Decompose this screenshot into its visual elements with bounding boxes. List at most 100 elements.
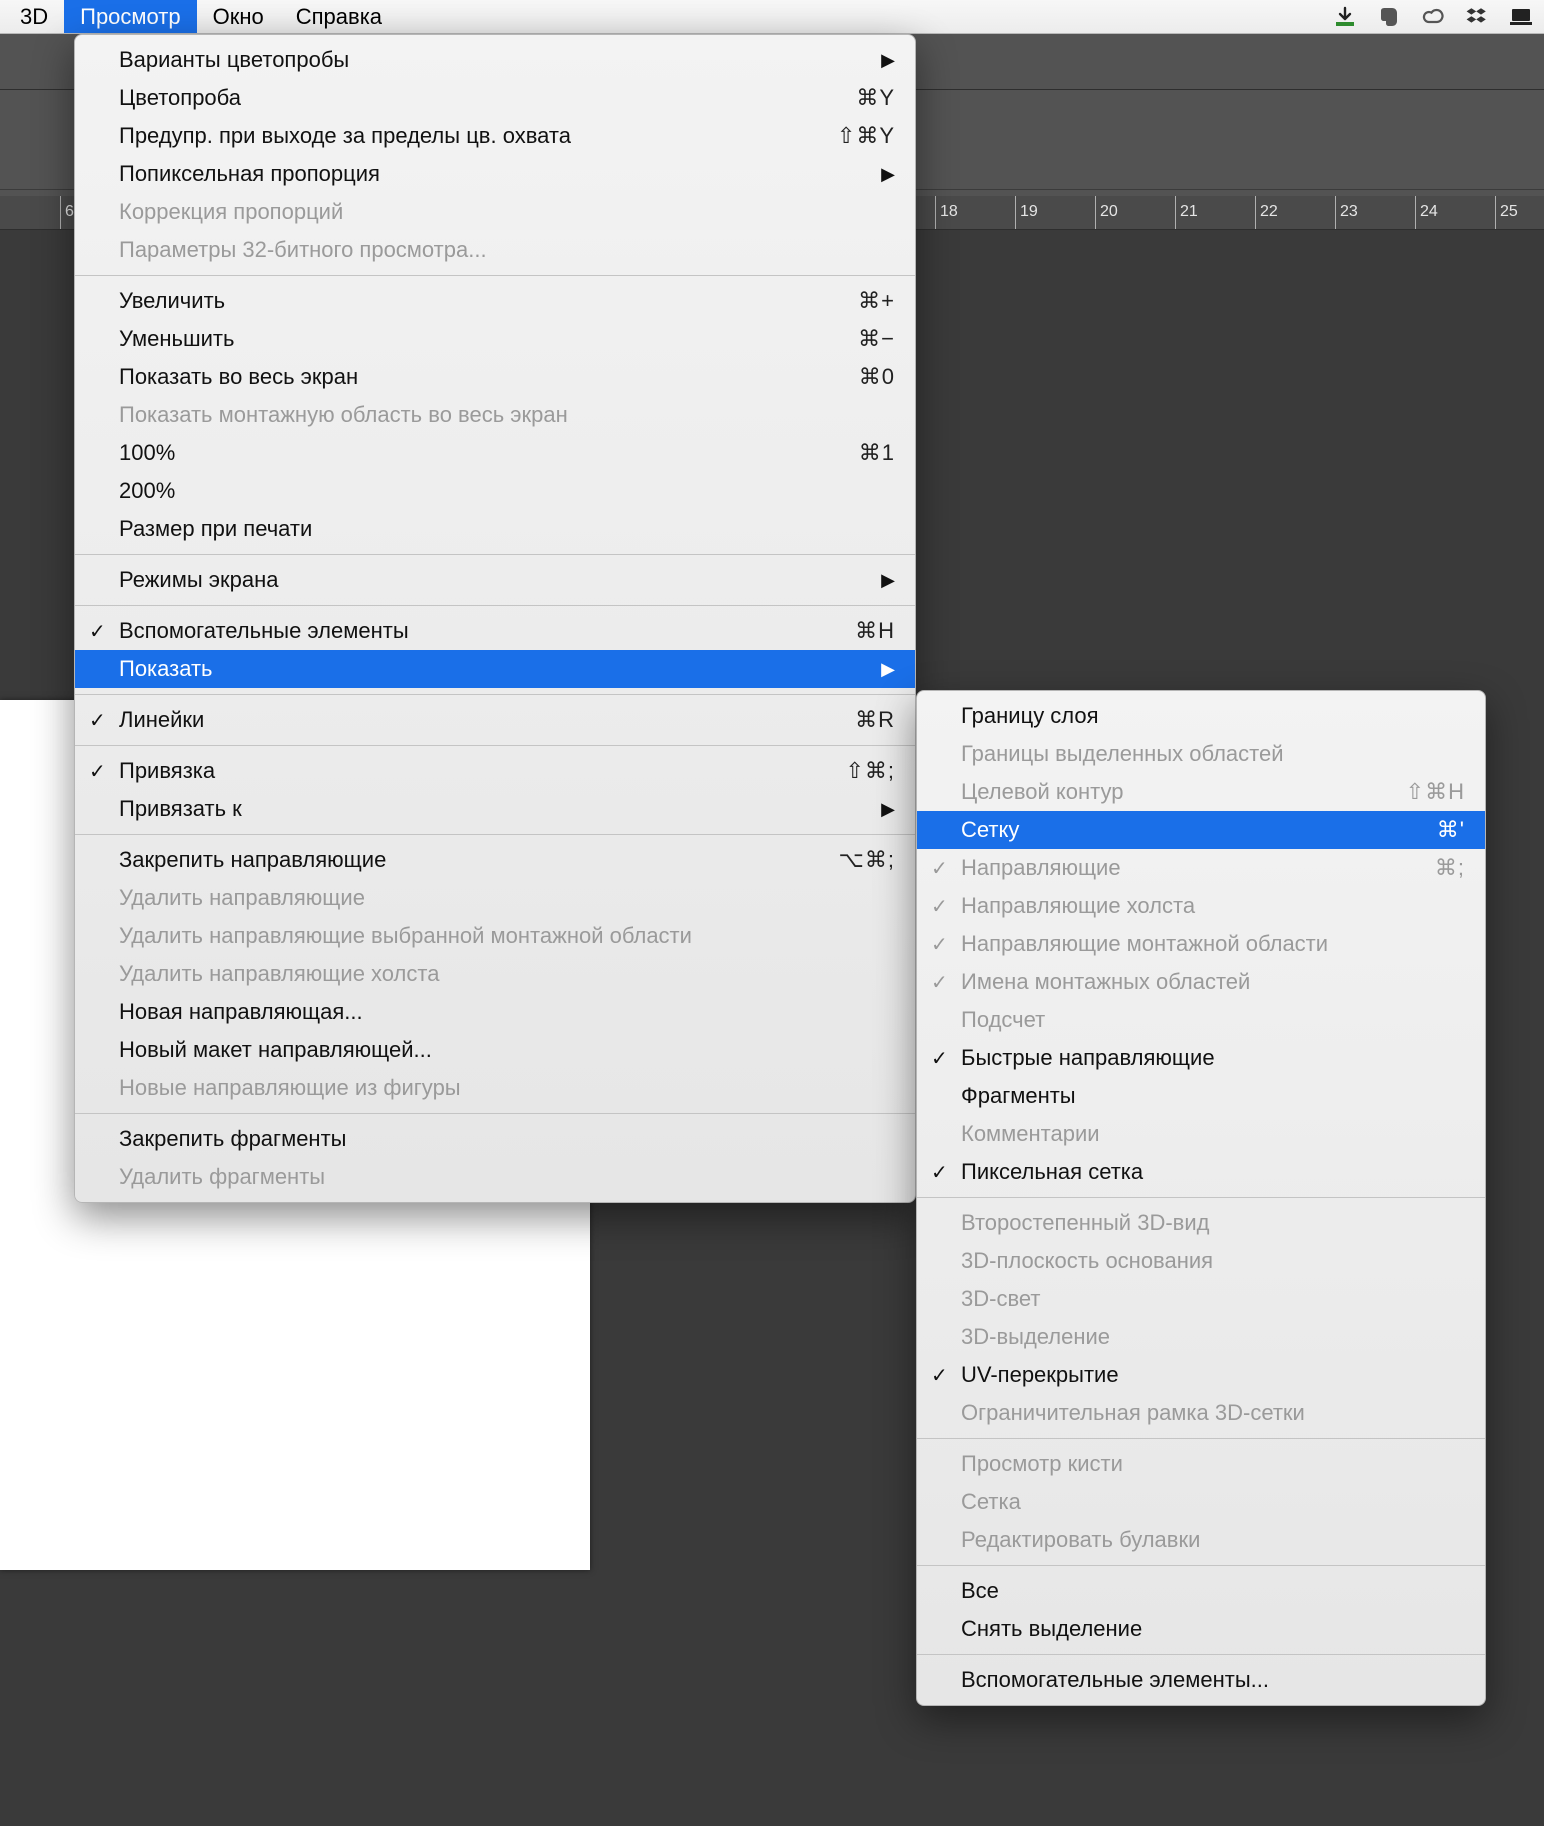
menu-item: Границы выделенных областей: [917, 735, 1485, 773]
menu-item: Удалить направляющие выбранной монтажной…: [75, 917, 915, 955]
menu-item[interactable]: Закрепить направляющие⌥⌘;: [75, 841, 915, 879]
menu-item[interactable]: Все: [917, 1572, 1485, 1610]
menu-item-label: Ограничительная рамка 3D-сетки: [961, 1400, 1465, 1426]
menu-separator: [917, 1654, 1485, 1655]
menu-item-label: Просмотр кисти: [961, 1451, 1465, 1477]
menu-item[interactable]: ✓UV-перекрытие: [917, 1356, 1485, 1394]
menu-item[interactable]: Закрепить фрагменты: [75, 1120, 915, 1158]
menu-item[interactable]: Предупр. при выходе за пределы цв. охват…: [75, 117, 915, 155]
menu-item: Удалить фрагменты: [75, 1158, 915, 1196]
menu-item-label: Закрепить фрагменты: [119, 1126, 895, 1152]
menu-item-label: Направляющие: [961, 855, 1405, 881]
menu-item[interactable]: Новая направляющая...: [75, 993, 915, 1031]
menu-item[interactable]: 100%⌘1: [75, 434, 915, 472]
menu-separator: [75, 554, 915, 555]
menu-item: Просмотр кисти: [917, 1445, 1485, 1483]
menu-separator: [75, 275, 915, 276]
menu-item[interactable]: Варианты цветопробы▶: [75, 41, 915, 79]
menu-item-label: Удалить направляющие: [119, 885, 895, 911]
menu-item-label: Цветопроба: [119, 85, 826, 111]
menu-item-label: Удалить направляющие холста: [119, 961, 895, 987]
checkmark-icon: ✓: [89, 759, 106, 784]
mac-menubar: 3D Просмотр Окно Справка: [0, 0, 1544, 34]
menu-item[interactable]: Вспомогательные элементы...: [917, 1661, 1485, 1699]
menu-item-label: Новый макет направляющей...: [119, 1037, 895, 1063]
menu-item: ✓Направляющие монтажной области: [917, 925, 1485, 963]
menu-shortcut: ⇧⌘H: [1376, 779, 1465, 805]
menu-item: 3D-плоскость основания: [917, 1242, 1485, 1280]
menu-separator: [917, 1197, 1485, 1198]
menu-item-label: Комментарии: [961, 1121, 1465, 1147]
menu-item[interactable]: Цветопроба⌘Y: [75, 79, 915, 117]
menu-shortcut: ⌘−: [828, 326, 895, 352]
menu-item-label: Границу слоя: [961, 703, 1465, 729]
menu-item: Целевой контур⇧⌘H: [917, 773, 1485, 811]
menu-item[interactable]: Фрагменты: [917, 1077, 1485, 1115]
menu-item[interactable]: Новый макет направляющей...: [75, 1031, 915, 1069]
ruler-tick-label: 22: [1260, 203, 1278, 220]
menu-item-label: 200%: [119, 478, 895, 504]
menu-shortcut: ⌘': [1407, 817, 1465, 843]
menu-item[interactable]: Уменьшить⌘−: [75, 320, 915, 358]
menu-item: Удалить направляющие: [75, 879, 915, 917]
menubar-item-help[interactable]: Справка: [280, 0, 398, 33]
download-icon[interactable]: [1332, 4, 1358, 30]
menu-item[interactable]: ✓Пиксельная сетка: [917, 1153, 1485, 1191]
ruler-tick-label: 18: [940, 203, 958, 220]
creative-cloud-icon[interactable]: [1420, 4, 1446, 30]
menu-item-label: Сетка: [961, 1489, 1465, 1515]
menu-item[interactable]: Привязать к▶: [75, 790, 915, 828]
menu-item[interactable]: 200%: [75, 472, 915, 510]
menubar-item-view[interactable]: Просмотр: [64, 0, 196, 33]
menu-item[interactable]: ✓Быстрые направляющие: [917, 1039, 1485, 1077]
ruler-tick-label: 23: [1340, 203, 1358, 220]
menubar-item-window[interactable]: Окно: [197, 0, 280, 33]
menu-item: ✓Направляющие холста: [917, 887, 1485, 925]
menu-item-label: Снять выделение: [961, 1616, 1465, 1642]
menu-item-label: Привязка: [119, 758, 815, 784]
menu-item[interactable]: Увеличить⌘+: [75, 282, 915, 320]
menu-separator: [75, 834, 915, 835]
menu-item: Комментарии: [917, 1115, 1485, 1153]
menu-item[interactable]: Показать во весь экран⌘0: [75, 358, 915, 396]
menu-item-label: Целевой контур: [961, 779, 1376, 805]
menu-item[interactable]: Показать▶: [75, 650, 915, 688]
ruler-tick-label: 21: [1180, 203, 1198, 220]
menu-item-label: Быстрые направляющие: [961, 1045, 1465, 1071]
menu-item: Ограничительная рамка 3D-сетки: [917, 1394, 1485, 1432]
device-icon[interactable]: [1508, 4, 1534, 30]
menu-item-label: Размер при печати: [119, 516, 895, 542]
menu-item[interactable]: Снять выделение: [917, 1610, 1485, 1648]
menu-item[interactable]: Сетку⌘': [917, 811, 1485, 849]
menu-item-label: Вспомогательные элементы...: [961, 1667, 1465, 1693]
menu-item-label: Сетку: [961, 817, 1407, 843]
menu-item-label: Уменьшить: [119, 326, 828, 352]
menu-shortcut: ⌘R: [825, 707, 895, 733]
ruler-tick-label: 19: [1020, 203, 1038, 220]
menu-item-label: Направляющие холста: [961, 893, 1465, 919]
ruler-tick-label: 25: [1500, 203, 1518, 220]
submenu-arrow-icon: ▶: [861, 659, 895, 680]
menu-item[interactable]: Границу слоя: [917, 697, 1485, 735]
menu-item-label: Удалить направляющие выбранной монтажной…: [119, 923, 895, 949]
menu-item-label: Предупр. при выходе за пределы цв. охват…: [119, 123, 807, 149]
submenu-arrow-icon: ▶: [861, 50, 895, 71]
menu-separator: [75, 1113, 915, 1114]
menu-item[interactable]: Попиксельная пропорция▶: [75, 155, 915, 193]
menu-item[interactable]: ✓Привязка⇧⌘;: [75, 752, 915, 790]
menu-item-label: Второстепенный 3D-вид: [961, 1210, 1465, 1236]
menu-item: Новые направляющие из фигуры: [75, 1069, 915, 1107]
dropbox-icon[interactable]: [1464, 4, 1490, 30]
menu-item-label: Линейки: [119, 707, 825, 733]
evernote-icon[interactable]: [1376, 4, 1402, 30]
menu-item[interactable]: Режимы экрана▶: [75, 561, 915, 599]
menu-item[interactable]: ✓Вспомогательные элементы⌘H: [75, 612, 915, 650]
menu-item-label: 3D-свет: [961, 1286, 1465, 1312]
menu-item-label: Новая направляющая...: [119, 999, 895, 1025]
menu-item[interactable]: Размер при печати: [75, 510, 915, 548]
menu-item[interactable]: ✓Линейки⌘R: [75, 701, 915, 739]
menu-item-label: Показать монтажную область во весь экран: [119, 402, 895, 428]
checkmark-icon: ✓: [931, 970, 948, 995]
checkmark-icon: ✓: [931, 856, 948, 881]
menubar-item-3d[interactable]: 3D: [4, 0, 64, 33]
